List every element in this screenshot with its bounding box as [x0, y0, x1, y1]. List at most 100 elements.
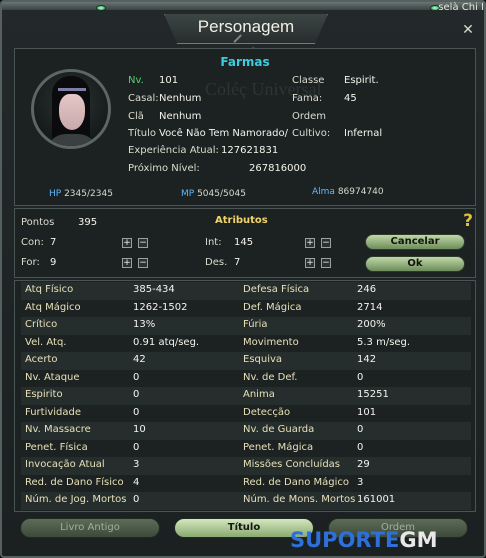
fama-value: 45 [344, 93, 357, 104]
des-label: Des. [205, 257, 228, 268]
stat-row: Nv. Ataque 0 Nv. de Def. 0 [21, 370, 471, 388]
stat-label: Red. de Dano Físico [25, 476, 124, 488]
avatar-face [59, 94, 85, 130]
stat-label: Detecção [243, 406, 291, 418]
stat-row: Atq Físico 385-434 Defesa Física 246 [21, 282, 471, 300]
int-value: 145 [234, 237, 254, 248]
titulo-value: Você Não Tem Namorado/ [159, 128, 288, 139]
character-info-panel: Farmas Coléç Universal Nv. 101 Casal: Ne… [14, 48, 476, 206]
tab-livro-antigo[interactable]: Livro Antigo [20, 518, 160, 538]
cancel-button[interactable]: Cancelar [365, 234, 465, 250]
attributes-title: Atributos [215, 215, 268, 226]
alma-stat: Alma 86974740 [312, 187, 384, 197]
stat-value: 0 [133, 389, 140, 400]
stat-row: Nv. Massacre 10 Nv. de Guarda 0 [21, 422, 471, 440]
con-label: Con: [21, 237, 44, 248]
des-plus-button[interactable]: + [305, 258, 315, 268]
stat-value: 10 [133, 424, 146, 435]
stat-value: 4 [133, 476, 140, 488]
stat-label: Núm. de Jog. Mortos [25, 494, 127, 505]
stat-label: Acerto [25, 354, 58, 365]
casal-value: Nenhum [159, 93, 202, 104]
stat-label: Atq Físico [25, 284, 74, 295]
cultivo-value: Infernal [344, 128, 383, 139]
for-value: 9 [50, 257, 57, 268]
stat-value: 2714 [357, 301, 383, 313]
stat-label: Nv. de Guarda [243, 424, 315, 435]
stat-value: 0 [133, 406, 140, 418]
stat-label: Furtividade [25, 406, 82, 418]
cla-value: Nenhum [159, 111, 202, 122]
stat-label: Atq Mágico [25, 301, 81, 313]
stat-label: Anima [243, 389, 275, 400]
ordem-label: Ordem [292, 111, 327, 122]
stat-label: Fúria [243, 319, 268, 330]
stats-panel: Atq Físico 385-434 Defesa Física 246 Atq Má… [14, 280, 476, 512]
experience-label: Experiência Atual: [128, 145, 219, 156]
for-minus-button[interactable]: − [138, 258, 148, 268]
stat-value: 3 [357, 476, 364, 488]
classe-label: Classe [292, 75, 325, 86]
stat-label: Penet. Física [25, 441, 88, 453]
stat-label: Def. Mágica [243, 301, 302, 313]
stat-label: Nv. de Def. [243, 371, 298, 383]
points-label: Pontos [21, 217, 55, 228]
stat-value: 29 [357, 459, 370, 470]
window-top-frame [2, 2, 484, 10]
stat-label: Vel. Atq. [25, 336, 67, 348]
int-label: Int: [205, 237, 222, 248]
stat-value: 5.3 m/seg. [357, 336, 411, 348]
con-minus-button[interactable]: − [138, 238, 148, 248]
stat-row: Furtividade 0 Detecção 101 [21, 405, 471, 423]
close-button[interactable]: ✕ [462, 23, 474, 37]
stat-value: 246 [357, 284, 377, 295]
avatar-headband [58, 88, 86, 91]
avatar [31, 69, 111, 149]
stat-label: Espirito [25, 389, 63, 400]
stat-row: Invocação Atual 3 Missões Concluídas 29 [21, 457, 471, 475]
points-value: 395 [78, 217, 98, 228]
for-label: For: [21, 257, 40, 268]
stat-label: Invocação Atual [25, 459, 105, 470]
stat-row: Penet. Física 0 Penet. Mágica 0 [21, 440, 471, 458]
character-name: Farmas [220, 55, 270, 69]
level-value: 101 [159, 75, 179, 86]
stat-value: 15251 [357, 389, 389, 400]
classe-value: Espirit. [344, 75, 379, 86]
stat-label: Red. de Dano Mágico [243, 476, 349, 488]
stat-value: 13% [133, 319, 156, 330]
int-plus-button[interactable]: + [305, 238, 315, 248]
character-window: selà Chi I Personagem ✕ Farmas Coléç Uni… [0, 0, 486, 558]
help-icon[interactable]: ? [463, 211, 473, 231]
stat-label: Núm. de Mons. Mortos [243, 494, 356, 505]
attributes-panel: Pontos 395 Atributos ? Con: 7 + − For: 9… [14, 208, 476, 278]
for-plus-button[interactable]: + [122, 258, 132, 268]
des-minus-button[interactable]: − [321, 258, 331, 268]
con-plus-button[interactable]: + [122, 238, 132, 248]
stat-value: 3 [133, 459, 140, 470]
stat-label: Esquiva [243, 354, 283, 365]
next-level-value: 267816000 [249, 163, 307, 174]
cla-label: Clã [128, 111, 144, 122]
stat-value: 1262-1502 [133, 301, 188, 313]
int-minus-button[interactable]: − [321, 238, 331, 248]
experience-value: 127621831 [221, 145, 279, 156]
ok-button[interactable]: Ok [365, 256, 465, 272]
stat-value: 161001 [357, 494, 396, 505]
stat-label: Defesa Física [243, 284, 310, 295]
stat-row: Atq Mágico 1262-1502 Def. Mágica 2714 [21, 300, 471, 318]
stat-value: 0 [133, 441, 140, 453]
stat-row: Espirito 0 Anima 15251 [21, 387, 471, 405]
stat-value: 142 [357, 354, 377, 365]
stat-value: 200% [357, 319, 386, 330]
stat-value: 0.91 atq/seg. [133, 336, 200, 348]
stat-value: 0 [357, 371, 364, 383]
next-level-label: Próximo Nível: [128, 163, 200, 174]
stat-value: 101 [357, 406, 377, 418]
stat-row: Acerto 42 Esquiva 142 [21, 352, 471, 370]
fama-label: Fama: [292, 93, 323, 104]
stat-value: 42 [133, 354, 146, 365]
level-label: Nv. [128, 75, 144, 86]
stat-value: 0 [357, 424, 364, 435]
stat-label: Nv. Ataque [25, 371, 80, 383]
